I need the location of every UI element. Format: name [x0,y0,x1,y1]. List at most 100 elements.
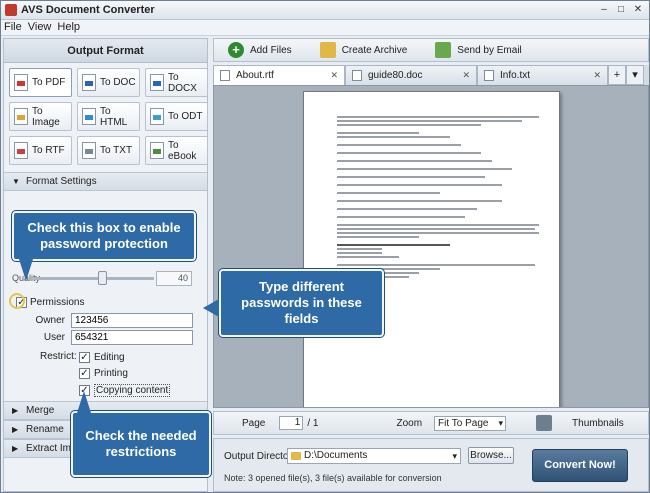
close-tab-icon[interactable]: ✕ [593,70,601,81]
to-odt-button[interactable]: To ODT [145,102,208,131]
restrict-editing[interactable]: ✓ Editing [79,352,125,363]
to-odt-label: To ODT [168,111,203,122]
output-format-header: Output Format [4,39,207,63]
permissions-row: ✓ Permissions [16,297,84,308]
zoom-label: Zoom [396,417,423,429]
browse-button[interactable]: Browse... [468,447,514,464]
callout-enable-password: Check this box to enable password protec… [12,211,196,261]
to-doc-button[interactable]: To DOC [77,68,140,97]
close-tab-icon[interactable]: ✕ [462,70,470,81]
send-email-button[interactable]: Send by Email [421,39,535,61]
collapse-arrow-icon: ▼ [12,177,20,186]
docx-icon [150,74,164,91]
menu-help[interactable]: Help [54,20,83,35]
add-files-label: Add Files [250,44,292,56]
menu-bar: File View Help [1,20,649,36]
page-input[interactable]: 1 [279,416,304,430]
status-note: Note: 3 opened file(s), 3 file(s) availa… [224,473,442,483]
to-doc-label: To DOC [100,77,136,88]
printing-label: Printing [94,368,128,379]
copying-label: Copying content [94,384,171,397]
add-tab-button[interactable]: + [608,65,626,85]
restrict-printing[interactable]: ✓ Printing [79,368,128,379]
close-tab-icon[interactable]: ✕ [330,70,338,81]
to-rtf-button[interactable]: To RTF [9,136,72,165]
document-icon [484,70,494,81]
app-window: AVS Document Converter – □ ✕ File View H… [0,0,650,493]
tab-about-label: About.rtf [236,70,274,81]
quality-slider-row: Quality 40 [12,271,202,289]
title-bar: AVS Document Converter – □ ✕ [1,1,649,20]
to-txt-label: To TXT [100,145,133,156]
bottom-panel: Output Directory: D:\Documents Browse...… [213,438,649,492]
to-image-button[interactable]: To Image [9,102,72,131]
restrict-label: Restrict: [40,351,77,362]
page-label: Page [242,417,266,429]
tab-about[interactable]: About.rtf ✕ [213,65,345,85]
quality-slider-thumb[interactable] [98,271,107,285]
document-page [303,91,560,407]
pdf-icon [14,74,28,91]
create-archive-button[interactable]: Create Archive [306,39,422,61]
owner-row: Owner [16,313,193,328]
rtf-icon [14,142,28,159]
callout-pointer [19,259,33,281]
format-settings-header[interactable]: ▼ Format Settings [4,172,207,191]
format-settings-label: Format Settings [26,176,97,187]
tab-list-button[interactable]: ▾ [626,65,644,85]
owner-password-field[interactable] [71,313,193,328]
tab-guide[interactable]: guide80.doc ✕ [345,65,477,85]
menu-view[interactable]: View [25,20,55,35]
user-label: User [43,332,65,343]
tab-info[interactable]: Info.txt ✕ [477,65,608,85]
user-row: User [16,330,193,345]
quality-value[interactable]: 40 [156,271,192,286]
send-email-label: Send by Email [457,44,522,56]
document-icon [352,70,362,81]
thumbnails-icon[interactable] [536,415,553,431]
printing-checkbox[interactable]: ✓ [79,368,90,379]
minimize-button[interactable]: – [597,3,611,16]
to-ebook-button[interactable]: To eBook [145,136,208,165]
to-docx-button[interactable]: To DOCX [145,68,208,97]
expand-arrow-icon: ▶ [12,444,19,453]
zoom-select[interactable]: Fit To Page [434,415,507,431]
output-directory-select[interactable]: D:\Documents [287,448,461,464]
permissions-label: Permissions [30,297,85,308]
document-preview[interactable] [213,85,649,408]
tab-guide-label: guide80.doc [368,70,423,81]
thumbnails-label[interactable]: Thumbnails [572,418,624,429]
to-html-label: To HTML [100,105,128,128]
rename-label: Rename [26,424,64,435]
doc-icon [82,74,96,91]
to-rtf-label: To RTF [32,145,65,156]
add-files-button[interactable]: + Add Files [214,39,306,61]
merge-label: Merge [26,405,55,416]
add-icon: + [228,42,244,58]
editing-checkbox[interactable]: ✓ [79,352,90,363]
to-html-button[interactable]: To HTML [77,102,140,131]
to-pdf-button[interactable]: To PDF [9,68,72,97]
odt-icon [150,108,164,125]
restrict-copying[interactable]: ✓ Copying content [79,384,171,397]
tab-info-label: Info.txt [500,70,531,81]
to-docx-label: To DOCX [168,71,197,94]
to-txt-button[interactable]: To TXT [77,136,140,165]
window-title: AVS Document Converter [21,4,155,16]
user-password-field[interactable] [71,330,193,345]
quality-slider-track[interactable] [34,277,154,280]
editing-label: Editing [94,352,125,363]
archive-icon [319,42,336,58]
app-icon [5,4,17,16]
page-total: / 1 [307,417,319,429]
permissions-highlight-ring [9,293,25,309]
menu-file[interactable]: File [1,20,25,35]
convert-now-button[interactable]: Convert Now! [532,449,628,482]
to-pdf-label: To PDF [32,77,66,88]
pager-bar: Page 1 / 1 Zoom Fit To Page Thumbnails [213,411,649,435]
create-archive-label: Create Archive [341,44,408,56]
callout-restrictions: Check the needed restrictions [71,411,211,477]
close-button[interactable]: ✕ [631,3,645,16]
to-ebook-label: To eBook [168,139,197,162]
maximize-button[interactable]: □ [614,3,628,16]
